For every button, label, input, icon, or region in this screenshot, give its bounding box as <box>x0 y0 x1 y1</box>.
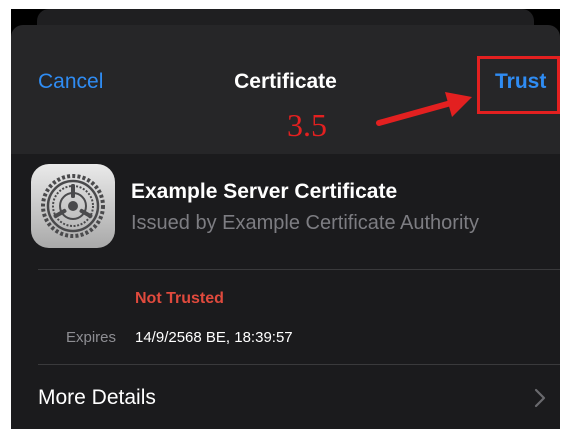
more-details-row[interactable]: More Details <box>11 366 560 429</box>
expires-value: 14/9/2568 BE, 18:39:57 <box>135 329 293 346</box>
more-details-label: More Details <box>38 386 156 409</box>
certificate-name: Example Server Certificate <box>131 180 398 203</box>
certificate-content: Example Server Certificate Issued by Exa… <box>11 154 560 429</box>
screenshot-frame: Cancel Certificate Trust 3.5 Example Ser… <box>11 9 560 429</box>
step-number-label: 3.5 <box>287 107 327 143</box>
navigation-bar: Cancel Certificate Trust 3.5 <box>11 25 560 154</box>
expires-label: Expires <box>66 329 117 346</box>
trust-highlight-box <box>477 56 560 114</box>
chevron-right-icon <box>534 388 546 408</box>
trust-status-label: Not Trusted <box>135 290 224 307</box>
settings-gear-icon <box>31 164 115 248</box>
cancel-button[interactable]: Cancel <box>38 70 103 94</box>
section-divider <box>38 269 560 270</box>
section-divider <box>38 364 560 365</box>
certificate-issuer: Issued by Example Certificate Authority <box>131 212 479 234</box>
annotation-arrow-icon <box>376 92 472 126</box>
